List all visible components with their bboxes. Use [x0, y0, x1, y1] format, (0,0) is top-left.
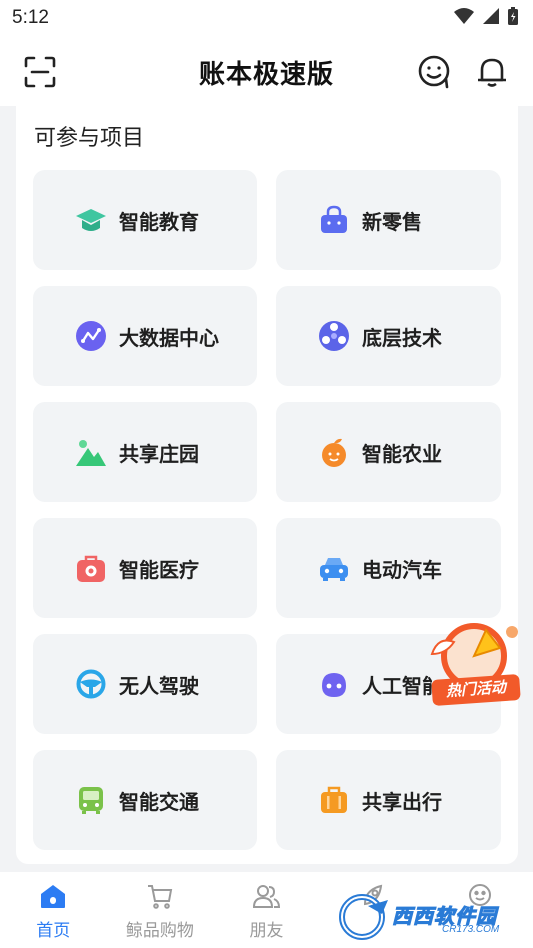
section-title: 可参与项目: [34, 125, 145, 150]
watermark-subtext: CR173.COM: [442, 924, 500, 935]
project-card-smart-medical[interactable]: 智能医疗: [33, 518, 257, 618]
cellular-signal-icon: [483, 8, 499, 24]
card-label: 新零售: [362, 211, 422, 234]
medical-kit-icon: [75, 552, 107, 584]
nav-friends[interactable]: 朋友: [213, 872, 320, 948]
notification-button[interactable]: [474, 54, 510, 90]
steering-wheel-icon: [75, 668, 107, 700]
project-card-autonomous-driving[interactable]: 无人驾驶: [33, 634, 257, 734]
wifi-icon: [454, 8, 474, 24]
card-label: 大数据中心: [119, 327, 219, 350]
card-label: 无人驾驶: [119, 675, 199, 698]
network-globe-icon: [318, 320, 350, 352]
watermark-logo-icon: [339, 894, 388, 940]
page-title: 账本极速版: [198, 59, 334, 89]
customer-service-icon: [418, 55, 450, 89]
data-chart-icon: [75, 320, 107, 352]
shopping-basket-icon: [318, 204, 350, 236]
hot-activity-label: 热门活动: [431, 673, 521, 707]
card-label: 智能农业: [362, 443, 442, 466]
card-label: 底层技术: [362, 327, 442, 350]
friends-icon: [253, 885, 281, 908]
card-label: 智能医疗: [119, 559, 199, 582]
battery-icon: [508, 7, 518, 25]
app-header: 账本极速版: [0, 36, 533, 106]
card-label: 智能交通: [119, 791, 199, 814]
graduation-cap-icon: [75, 204, 107, 236]
nav-home[interactable]: 首页: [0, 872, 107, 948]
suitcase-icon: [318, 784, 350, 816]
mountain-icon: [75, 436, 107, 468]
projects-panel: 可参与项目 智能教育 新零售 大数据中心 底层技术 共享庄园 智能农业 智能医疗…: [16, 106, 518, 864]
bell-icon: [478, 58, 506, 87]
card-label: 智能教育: [119, 211, 199, 234]
watermark: 西西软件园 CR173.COM: [338, 892, 518, 942]
orange-fruit-icon: [318, 436, 350, 468]
card-label: 共享庄园: [119, 443, 199, 466]
robot-face-icon: [318, 668, 350, 700]
customer-service-button[interactable]: [416, 54, 452, 90]
nav-label: 朋友: [249, 921, 284, 940]
hot-activity-float[interactable]: 热门活动: [424, 616, 524, 707]
nav-shopping[interactable]: 鲸品购物: [107, 872, 214, 948]
project-card-new-retail[interactable]: 新零售: [276, 170, 501, 270]
card-label: 电动汽车: [362, 559, 442, 582]
card-label: 共享出行: [362, 791, 442, 814]
project-card-smart-traffic[interactable]: 智能交通: [33, 750, 257, 850]
project-card-big-data[interactable]: 大数据中心: [33, 286, 257, 386]
bus-icon: [75, 784, 107, 816]
project-card-electric-car[interactable]: 电动汽车: [276, 518, 501, 618]
card-label: 人工智能: [362, 675, 432, 698]
project-card-smart-education[interactable]: 智能教育: [33, 170, 257, 270]
status-bar: 5:12: [0, 0, 533, 36]
project-card-smart-agriculture[interactable]: 智能农业: [276, 402, 501, 502]
nav-label: 首页: [36, 921, 71, 940]
shopping-cart-icon: [147, 885, 173, 909]
project-grid: 智能教育 新零售 大数据中心 底层技术 共享庄园 智能农业 智能医疗 电动汽车 …: [33, 170, 501, 850]
status-icons: [453, 6, 519, 26]
home-icon: [41, 885, 66, 908]
car-icon: [318, 552, 350, 584]
nav-label: 鲸品购物: [125, 921, 194, 940]
status-time: 5:12: [12, 7, 49, 28]
project-card-core-tech[interactable]: 底层技术: [276, 286, 501, 386]
project-card-shared-manor[interactable]: 共享庄园: [33, 402, 257, 502]
project-card-shared-travel[interactable]: 共享出行: [276, 750, 501, 850]
